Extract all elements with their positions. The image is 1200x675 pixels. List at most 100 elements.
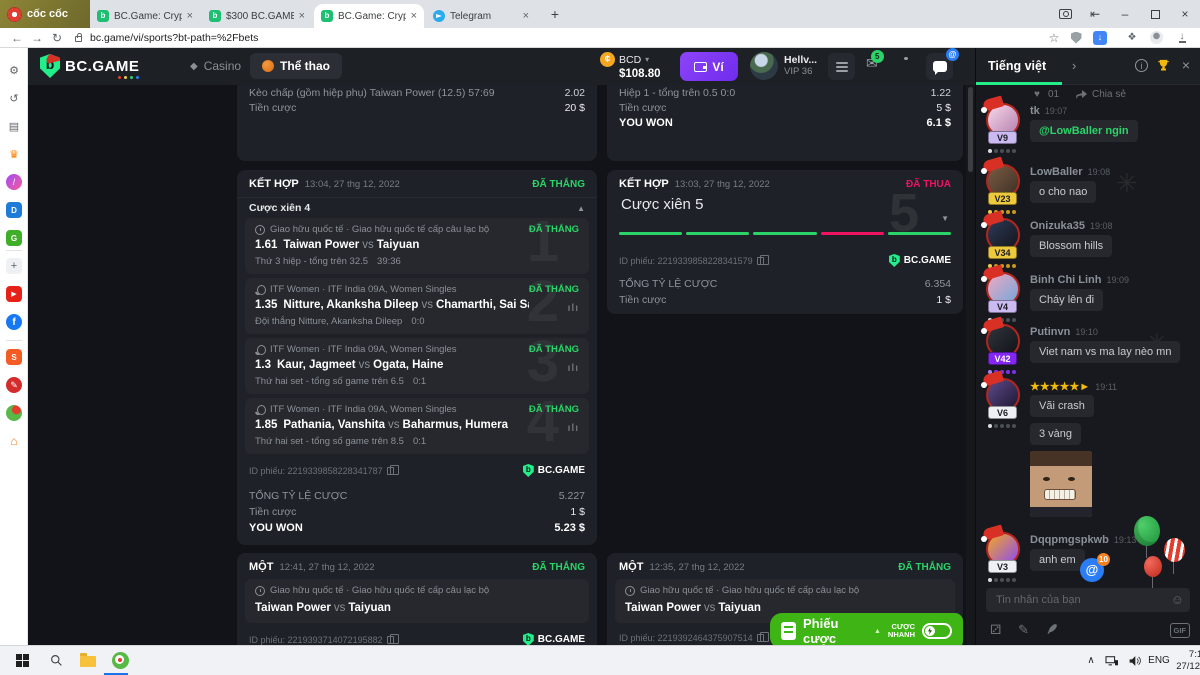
messenger-icon[interactable]: / (6, 174, 22, 190)
close-tab-icon[interactable]: × (187, 10, 193, 22)
taskbar-clock[interactable]: 7:13 CH27/12/2022 (1176, 646, 1200, 675)
chat-message: V4 Binh Chi Linh19:09 Cháy lên đi (976, 272, 1200, 332)
emoji-icon[interactable]: ☺ (1171, 592, 1184, 607)
browser-tab-3-active[interactable]: b BC.Game: Crypto Casino Gan × (314, 4, 424, 28)
info-icon[interactable]: i (1135, 59, 1148, 72)
bet-card-partial-right[interactable]: Hiệp 1 - tổng trên 0.5 0:01.22 Tiền cược… (607, 85, 963, 161)
bet-leg[interactable]: 2 ITF Women · ITF India 09A, Women Singl… (245, 278, 589, 334)
bookmark-star-icon[interactable]: ☆ (1046, 28, 1062, 47)
nav-sports[interactable]: Thể thao (250, 53, 342, 79)
network-icon[interactable] (1102, 646, 1122, 675)
restore-button[interactable] (1140, 0, 1170, 28)
bet-card-partial-left[interactable]: Kèo chấp (gồm hiệp phụ) Taiwan Power (12… (237, 85, 597, 161)
tray-chevron-icon[interactable]: ∧ (1082, 646, 1100, 675)
rocket-icon[interactable] (1046, 622, 1058, 637)
quick-bet-toggle[interactable] (922, 623, 952, 639)
bcgame-logo[interactable]: BC.GAME (40, 54, 139, 78)
copy-icon[interactable] (757, 257, 764, 265)
new-tab-button[interactable]: + (544, 5, 566, 23)
chevron-right-icon[interactable]: › (1072, 58, 1076, 73)
dice-icon[interactable]: ⚂ (990, 622, 1001, 638)
add-shortcut-icon[interactable]: + (6, 258, 22, 274)
language-indicator[interactable]: ENG (1146, 646, 1172, 675)
browser-tab-1[interactable]: b BC.Game: Crypto Casino Gan × (90, 4, 200, 28)
currency-selector[interactable]: ¢ BCD ▾ $108.80 (600, 52, 661, 80)
mentions-button[interactable]: @10 (1080, 558, 1104, 582)
gif-icon[interactable]: GIF (1170, 623, 1191, 638)
file-explorer-icon[interactable] (74, 646, 102, 675)
cart-icon[interactable]: ⌂ (6, 433, 22, 449)
tab-overview-icon[interactable]: ⇤ (1080, 0, 1110, 28)
mail-button[interactable]: ✉5 (866, 55, 878, 72)
betslip-button[interactable]: Phiếu cược ▲ CƯỢCNHANH (770, 613, 963, 645)
reading-list-icon[interactable]: ▤ (6, 118, 22, 134)
chat-message-input[interactable] (986, 588, 1190, 612)
close-chat-icon[interactable]: × (1182, 57, 1190, 73)
bet-leg[interactable]: 4 ITF Women · ITF India 09A, Women Singl… (245, 398, 589, 454)
settings-gear-icon[interactable]: ⚙ (6, 62, 22, 78)
downloads-tray-icon[interactable]: ↓ (1174, 28, 1190, 47)
bet-card-combo-won[interactable]: KẾT HỢP 13:04, 27 thg 12, 2022 ĐÃ THẮNG … (237, 170, 597, 545)
bet-leg[interactable]: Giao hữu quốc tế · Giao hữu quốc tế cấp … (245, 579, 589, 623)
back-icon[interactable]: ← (8, 28, 26, 47)
download-manager-icon[interactable]: ↓ (1092, 28, 1108, 47)
bet-card-single-left[interactable]: MỘT 12:41, 27 thg 12, 2022 ĐÃ THẮNG Giao… (237, 553, 597, 645)
combo-fold-toggle[interactable]: Cược xiên 4 ▲ (249, 202, 585, 214)
adblock-shield-icon[interactable] (1068, 28, 1084, 47)
meme-image[interactable] (1030, 451, 1092, 517)
bet-leg[interactable]: 1 Giao hữu quốc tế · Giao hữu quốc tế cấ… (245, 218, 589, 274)
taskbar-search-icon[interactable] (42, 646, 70, 675)
news-pen-icon[interactable]: ✎ (6, 377, 22, 393)
trophy-icon[interactable] (1156, 58, 1171, 78)
pen-icon[interactable]: ✎ (1018, 622, 1029, 638)
nav-casino[interactable]: ◆ Casino (178, 53, 253, 79)
stats-icon[interactable]: ılı (568, 363, 579, 374)
stats-icon[interactable]: ılı (568, 303, 579, 314)
like-heart-icon[interactable]: ♥ (1034, 89, 1040, 100)
history-icon[interactable]: ↺ (6, 90, 22, 106)
reload-icon[interactable]: ↻ (48, 28, 66, 47)
address-bar[interactable]: bc.game/vi/sports?bt-path=%2Fbets (90, 28, 258, 47)
flower-deal-icon[interactable] (6, 405, 22, 421)
tab-search-icon[interactable] (1050, 0, 1080, 28)
browser-tab-2[interactable]: b $300 BC.GAME Sports Parlay × (202, 4, 312, 28)
games-icon[interactable]: G (6, 230, 22, 246)
youtube-icon[interactable]: ▶ (6, 286, 22, 302)
close-tab-icon[interactable]: × (523, 10, 529, 22)
start-button[interactable] (8, 646, 36, 675)
quests-menu-button[interactable] (828, 53, 855, 80)
wallet-button[interactable]: Ví (680, 52, 738, 81)
bet-card-combo-lost[interactable]: KẾT HỢP 13:03, 27 thg 12, 2022 ĐÃ THUA C… (607, 170, 963, 314)
page-scrollbar[interactable] (966, 85, 975, 645)
bet-leg[interactable]: 3 ITF Women · ITF India 09A, Women Singl… (245, 338, 589, 394)
user-info[interactable]: Hellv... VIP 36 (784, 54, 817, 78)
crown-rewards-icon[interactable]: ♛ (6, 146, 22, 162)
volume-icon[interactable] (1124, 646, 1144, 675)
chevron-down-icon[interactable]: ▼ (941, 214, 949, 223)
chat-language-tab[interactable]: Tiếng việt (988, 59, 1046, 73)
combo-legs: 1 Giao hữu quốc tế · Giao hữu quốc tế cấ… (237, 218, 597, 458)
data-saver-icon[interactable]: D (6, 202, 22, 218)
scrollbar-thumb[interactable] (968, 87, 973, 172)
user-avatar[interactable] (750, 52, 778, 80)
close-tab-icon[interactable]: × (411, 10, 417, 22)
minimize-button[interactable]: – (1110, 0, 1140, 28)
copy-icon[interactable] (387, 636, 394, 644)
chat-toggle-button[interactable]: @ (926, 53, 953, 80)
close-tab-icon[interactable]: × (299, 10, 305, 22)
close-window-button[interactable]: × (1170, 0, 1200, 28)
shopping-bag-icon[interactable]: S (6, 349, 22, 365)
coccoc-brand[interactable]: cốc cốc (0, 0, 90, 28)
facebook-icon[interactable]: f (6, 314, 22, 330)
padlock-icon[interactable] (72, 28, 84, 47)
extensions-puzzle-icon[interactable]: ❖ (1124, 28, 1140, 47)
profile-avatar-icon[interactable] (1148, 28, 1164, 47)
forward-icon[interactable]: → (28, 28, 46, 47)
coccoc-taskbar-icon[interactable] (106, 646, 134, 675)
share-button[interactable]: Chia sẻ (1092, 89, 1126, 100)
copy-icon[interactable] (757, 634, 764, 642)
stats-icon[interactable]: ılı (568, 423, 579, 434)
leg-market: Thứ hai set - tổng số game trên 6.5 (255, 376, 404, 387)
browser-tab-4[interactable]: Telegram × (426, 4, 536, 28)
copy-icon[interactable] (387, 467, 394, 475)
